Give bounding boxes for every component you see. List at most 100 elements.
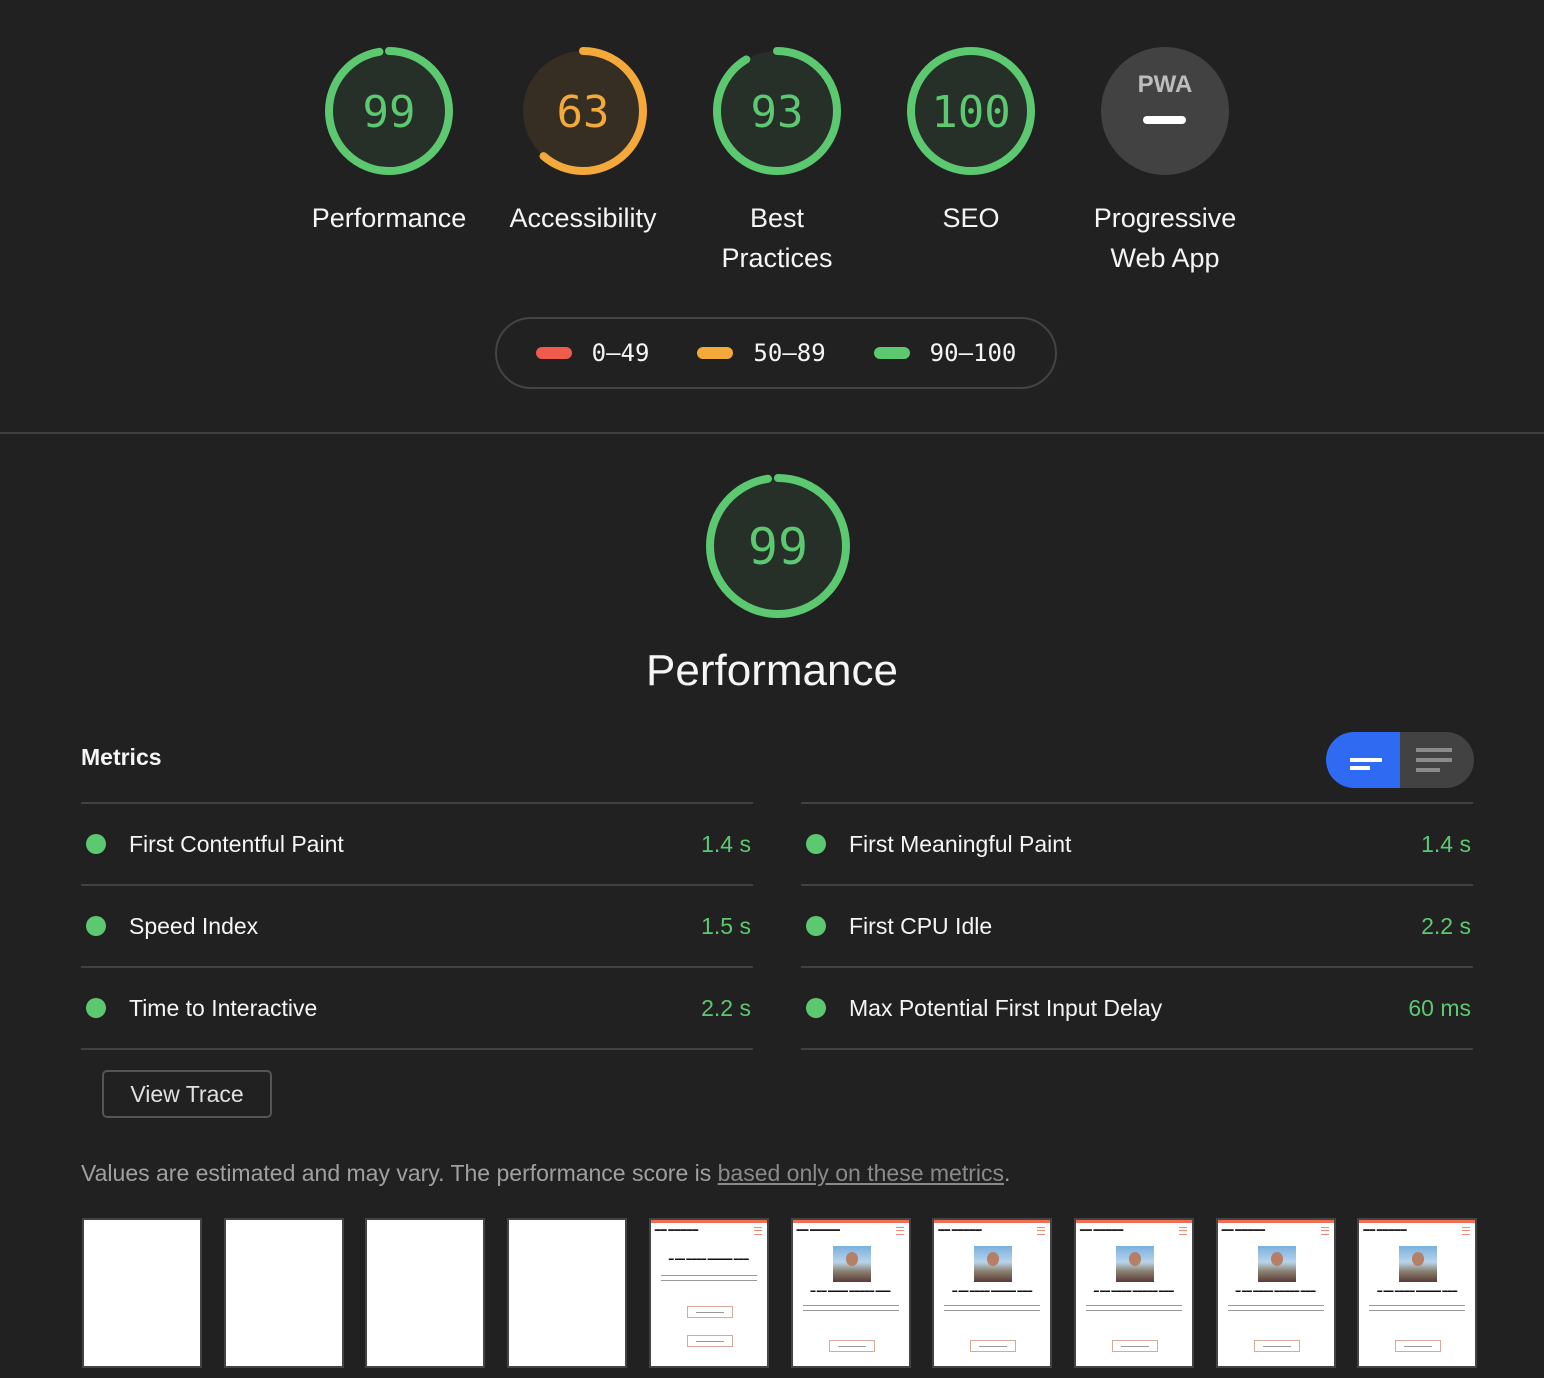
filmstrip-frame: ▬▬ ▬▬▬▬▬ ▬ ▬▬ ▬▬▬▬ ▬▬▬▬▬ ▬▬▬ [648, 1218, 769, 1368]
gauge-score: 99 [748, 518, 808, 576]
filmstrip-frame: ▬▬ ▬▬▬▬▬ ▬ ▬▬ ▬▬▬▬ ▬▬▬▬▬ ▬▬▬ [790, 1218, 911, 1368]
legend-label: 0–49 [591, 339, 650, 367]
frame-cta [1111, 1340, 1158, 1352]
category-gauges: 99 Performance 63 Accessibility 93 Best … [0, 46, 1544, 286]
gauge-ring: 100 [907, 47, 1035, 175]
filmstrip-frame [365, 1218, 486, 1368]
frame-topbar [650, 1220, 767, 1223]
pass-indicator-icon [86, 834, 106, 854]
frame-headline: ▬ ▬▬ ▬▬▬▬ ▬▬▬▬▬ ▬▬▬ [1377, 1289, 1458, 1294]
pass-indicator-icon [86, 916, 106, 936]
gauge-label: Best Practices [721, 203, 833, 273]
gauge-score: 93 [751, 87, 804, 138]
disclaimer-suffix: . [1004, 1160, 1011, 1186]
metrics-view-toggle[interactable] [1326, 732, 1474, 788]
pwa-badge: PWA [1101, 47, 1229, 175]
filmstrip-frame: ▬▬ ▬▬▬▬▬ ▬ ▬▬ ▬▬▬▬ ▬▬▬▬▬ ▬▬▬ [932, 1218, 1053, 1368]
frame-body-text [944, 1304, 1041, 1314]
score-calculation-link[interactable]: based only on these metrics [718, 1160, 1004, 1186]
frame-site-name: ▬▬ ▬▬▬▬▬ [1363, 1227, 1407, 1233]
pwa-logo-icon: PWA [1138, 71, 1193, 98]
frame-body-text [660, 1274, 757, 1284]
filmstrip-frame: ▬▬ ▬▬▬▬▬ ▬ ▬▬ ▬▬▬▬ ▬▬▬▬▬ ▬▬▬ [1357, 1218, 1478, 1368]
gauge-score: 100 [931, 87, 1010, 138]
metrics-column-right: First Meaningful Paint 1.4 s First CPU I… [801, 802, 1473, 1050]
fail-swatch-icon [535, 347, 572, 359]
metric-speed-index: Speed Index 1.5 s [81, 884, 753, 966]
pass-indicator-icon [806, 998, 826, 1018]
frame-topbar [792, 1220, 909, 1223]
frame-site-name: ▬▬ ▬▬▬▬▬ [1079, 1227, 1124, 1233]
legend-label: 50–89 [753, 339, 826, 367]
filmstrip-frame [223, 1218, 344, 1368]
gauge-ring: 93 [713, 47, 841, 175]
pass-indicator-icon [806, 834, 826, 854]
gauge-score: 99 [363, 87, 416, 138]
hamburger-menu-icon [753, 1227, 762, 1235]
frame-profile-photo [1115, 1246, 1154, 1282]
hamburger-menu-icon [1462, 1227, 1471, 1235]
section-divider [0, 432, 1544, 434]
frame-headline: ▬ ▬▬ ▬▬▬▬ ▬▬▬▬▬ ▬▬▬ [668, 1257, 749, 1262]
frame-cta [1395, 1340, 1442, 1352]
dash-icon [1143, 116, 1186, 124]
metric-name: Time to Interactive [129, 994, 318, 1021]
performance-gauge-large: 99 [705, 473, 851, 624]
metric-value: 2.2 s [701, 994, 751, 1021]
expanded-view-button[interactable] [1326, 732, 1400, 788]
frame-topbar [934, 1220, 1051, 1223]
frame-topbar [1359, 1220, 1476, 1223]
score-legend: 0–49 50–89 90–100 [495, 317, 1057, 389]
frame-headline: ▬ ▬▬ ▬▬▬▬ ▬▬▬▬▬ ▬▬▬ [1093, 1289, 1174, 1294]
legend-item-average: 50–89 [697, 339, 826, 367]
frame-headline: ▬ ▬▬ ▬▬▬▬ ▬▬▬▬▬ ▬▬▬ [810, 1289, 891, 1294]
metrics-heading: Metrics [81, 744, 162, 770]
metric-value: 2.2 s [1421, 912, 1471, 939]
metric-first-cpu-idle: First CPU Idle 2.2 s [801, 884, 1473, 966]
filmstrip-frame: ▬▬ ▬▬▬▬▬ ▬ ▬▬ ▬▬▬▬ ▬▬▬▬▬ ▬▬▬ [1073, 1218, 1194, 1368]
filmstrip-frame [507, 1218, 628, 1368]
frame-profile-photo [1399, 1246, 1438, 1282]
pass-indicator-icon [86, 998, 106, 1018]
gauge-label: Performance [311, 203, 467, 233]
frame-topbar [1217, 1220, 1334, 1223]
metric-value: 60 ms [1408, 994, 1471, 1021]
frame-topbar [1075, 1220, 1192, 1223]
gauge-seo[interactable]: 100 SEO [881, 46, 1061, 238]
disclaimer-text: Values are estimated and may vary. The p… [81, 1160, 718, 1186]
gauge-performance[interactable]: 99 Performance [299, 46, 479, 238]
frame-cta [828, 1340, 875, 1352]
filmstrip-frame [82, 1218, 202, 1368]
frame-body-text [1369, 1304, 1466, 1314]
gauge-pwa[interactable]: PWA Progressive Web App [1075, 46, 1255, 278]
metric-first-meaningful-paint: First Meaningful Paint 1.4 s [801, 802, 1473, 884]
frame-body-text [1227, 1304, 1324, 1314]
view-trace-button[interactable]: View Trace [102, 1070, 272, 1118]
metric-first-contentful-paint: First Contentful Paint 1.4 s [81, 802, 753, 884]
gauge-label: Accessibility [509, 203, 657, 233]
metric-name: Max Potential First Input Delay [849, 994, 1163, 1021]
frame-body-text [1085, 1304, 1182, 1314]
frame-headline: ▬ ▬▬ ▬▬▬▬ ▬▬▬▬▬ ▬▬▬ [1235, 1289, 1316, 1294]
metric-max-potential-fid: Max Potential First Input Delay 60 ms [801, 966, 1473, 1050]
hamburger-menu-icon [1178, 1227, 1187, 1235]
gauge-accessibility[interactable]: 63 Accessibility [493, 46, 673, 238]
list-view-button[interactable] [1400, 732, 1474, 788]
metric-name: First Contentful Paint [129, 830, 344, 857]
filmstrip-frame: ▬▬ ▬▬▬▬▬ ▬ ▬▬ ▬▬▬▬ ▬▬▬▬▬ ▬▬▬ [1215, 1218, 1336, 1368]
list-view-icon [1416, 748, 1452, 752]
list-view-icon-line [1416, 768, 1440, 772]
gauge-best-practices[interactable]: 93 Best Practices [687, 46, 867, 278]
frame-cta [686, 1335, 733, 1347]
frame-site-name: ▬▬ ▬▬▬▬▬ [796, 1227, 841, 1233]
hamburger-menu-icon [895, 1227, 904, 1235]
hamburger-menu-icon [1320, 1227, 1329, 1235]
legend-item-fail: 0–49 [535, 339, 650, 367]
expanded-view-icon-line [1350, 766, 1370, 770]
metric-value: 1.4 s [1421, 830, 1471, 857]
frame-site-name: ▬▬ ▬▬▬▬▬ [1221, 1227, 1266, 1233]
frame-cta [686, 1306, 733, 1318]
frame-headline: ▬ ▬▬ ▬▬▬▬ ▬▬▬▬▬ ▬▬▬ [952, 1289, 1033, 1294]
frame-body-text [802, 1304, 899, 1314]
pass-swatch-icon [873, 347, 910, 359]
